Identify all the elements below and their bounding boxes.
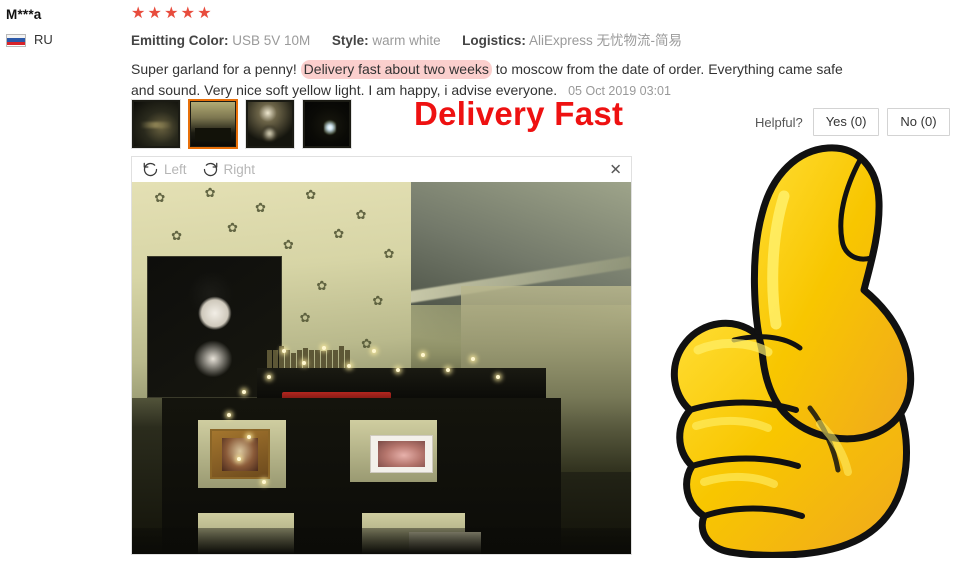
review-photo[interactable]: ✿ ✿ ✿ ✿ ✿ ✿ ✿ ✿ ✿ ✿ ✿ ✿ ✿ ✿ ✿ ✿ ✿ ✿ ✿ ✿ [132,182,631,554]
star-icon: ★ [164,5,181,22]
country-code: RU [34,32,53,47]
rotate-left-button[interactable]: Left [142,161,187,178]
review-content: ★★★★★ Emitting Color: USB 5V 10M Style: … [131,0,843,102]
thumbnail-1[interactable] [131,99,181,149]
attr-value-logistics: AliExpress 无忧物流-简易 [528,33,682,48]
rotate-clockwise-icon [202,161,219,178]
thumbnail-4[interactable] [302,99,352,149]
review-page: M***a RU ★★★★★ Emitting Color: USB 5V 10… [0,0,969,561]
rotate-right-label: Right [223,162,256,177]
star-icon: ★ [180,5,198,22]
overlay-annotation-text: Delivery Fast [414,95,624,132]
rating-stars: ★★★★★ [131,6,751,24]
thumbnail-3[interactable] [245,99,295,149]
thumbs-up-icon [638,138,966,558]
helpful-vote-group: Helpful? Yes (0) No (0) [755,108,950,136]
thumbnail-2[interactable] [188,99,238,149]
star-icon: ★ [131,5,148,22]
rotate-right-button[interactable]: Right [202,161,256,178]
reviewer-name: M***a [6,7,42,22]
product-attributes: Emitting Color: USB 5V 10M Style: warm w… [131,32,751,50]
helpful-yes-button[interactable]: Yes (0) [812,108,880,136]
ru-flag-icon [6,33,26,47]
star-icon: ★ [147,5,165,22]
attr-value-emitting-color: USB 5V 10M [232,33,311,48]
attr-key-emitting-color: Emitting Color: [131,33,229,48]
reviewer-country: RU [6,33,126,47]
star-icon: ★ [197,5,214,22]
review-text-before: Super garland for a penny! [131,61,297,77]
rotate-counterclockwise-icon [142,161,159,178]
image-viewer-toolbar: Left Right ✕ [132,157,631,182]
close-icon[interactable]: ✕ [609,162,622,177]
image-viewer-panel: Left Right ✕ ✿ ✿ ✿ ✿ ✿ ✿ ✿ ✿ ✿ ✿ ✿ ✿ ✿ ✿ [131,156,632,555]
attr-key-logistics: Logistics: [462,33,526,48]
review-text-highlight: Delivery fast about two weeks [300,60,492,79]
attr-value-style: warm white [372,33,441,48]
reviewer-info: M***a RU [6,6,126,47]
helpful-label: Helpful? [755,114,803,130]
attr-key-style: Style: [331,33,369,48]
review-thumbnail-list [131,99,352,149]
helpful-no-button[interactable]: No (0) [887,108,950,136]
rotate-left-label: Left [164,162,187,177]
